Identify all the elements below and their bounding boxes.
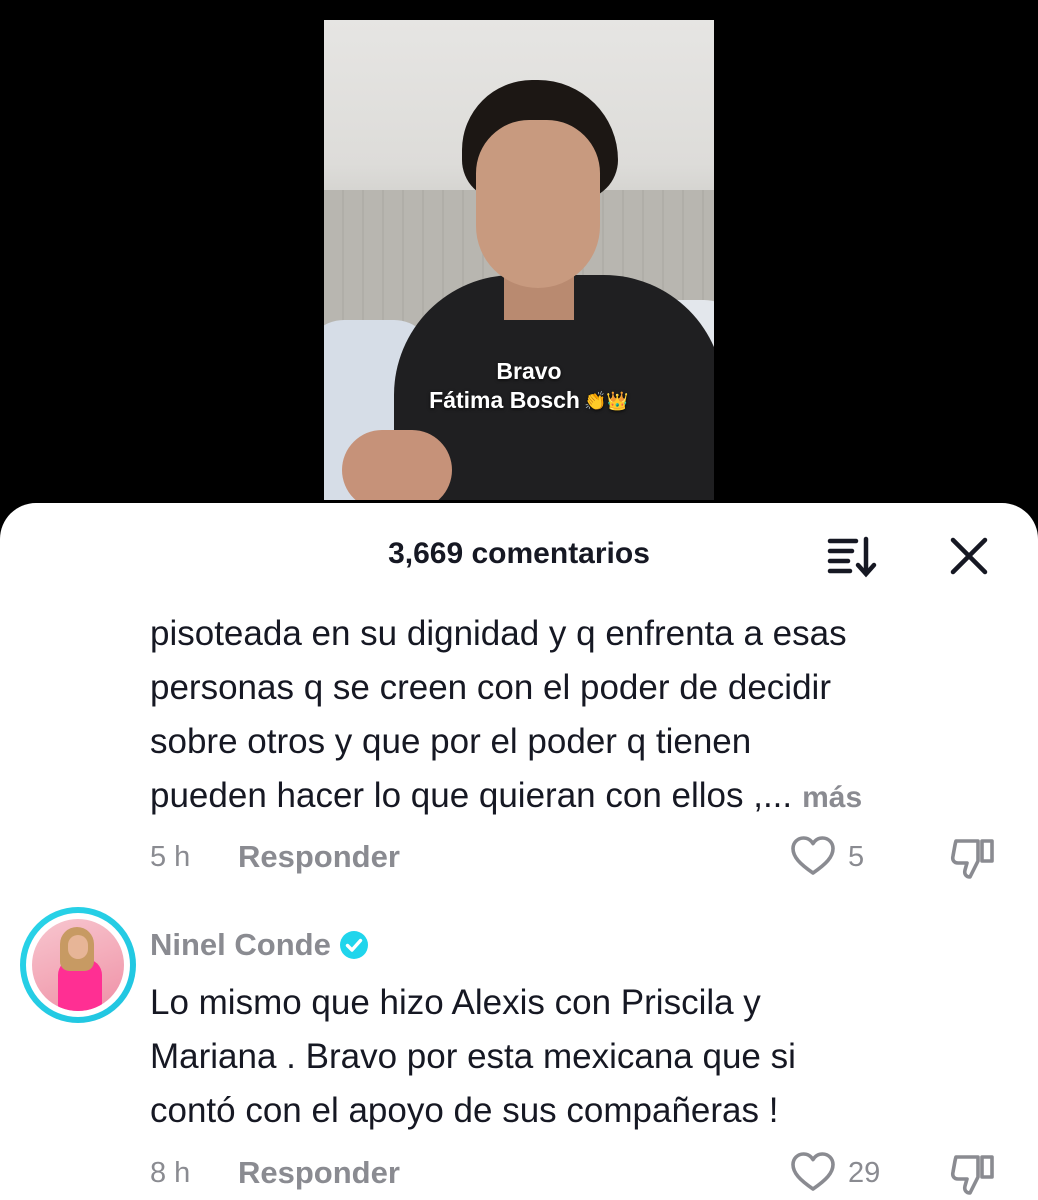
comment-text: pisoteada en su dignidad y q enfrenta a … [150, 607, 1000, 825]
comment-line: Mariana . Bravo por esta mexicana que si [150, 1037, 796, 1076]
comment-text: Lo mismo que hizo Alexis con Priscila y … [150, 976, 1000, 1138]
comment-author-row: Ninel Conde [150, 923, 369, 967]
dislike-button[interactable] [948, 835, 998, 881]
comment-line: contó con el apoyo de sus compañeras ! [150, 1091, 779, 1130]
comment-line-text: pueden hacer lo que quieran con ellos ,.… [150, 776, 793, 815]
heart-icon [791, 1152, 835, 1191]
reply-button[interactable]: Responder [238, 1155, 400, 1191]
comment-line: personas q se creen con el poder de deci… [150, 668, 831, 707]
comment-count: 3,669 comentarios [388, 537, 650, 570]
comment-meta: 5 h Responder 5 [150, 835, 1010, 879]
video-caption: Bravo Fátima Bosch 👏👑 [404, 357, 654, 416]
verified-badge-icon [339, 931, 368, 959]
video-person-face [476, 120, 600, 288]
comment-line: Lo mismo que hizo Alexis con Priscila y [150, 983, 761, 1022]
like-count: 29 [848, 1157, 881, 1189]
thumbs-down-icon [950, 1155, 994, 1195]
sort-icon [827, 536, 877, 578]
comment-username[interactable]: Ninel Conde [150, 927, 331, 963]
dislike-button[interactable] [948, 1151, 998, 1197]
comment-line: pisoteada en su dignidad y q enfrenta a … [150, 614, 847, 653]
comment-time: 5 h [150, 841, 191, 873]
comment-line: pueden hacer lo que quieran con ellos ,.… [150, 769, 1000, 825]
video-caption-line1: Bravo [496, 358, 562, 384]
comments-header: 3,669 comentarios [0, 503, 1038, 603]
video-caption-line2: Fátima Bosch 👏👑 [404, 386, 654, 416]
avatar-figure-face [68, 935, 88, 959]
heart-icon [791, 836, 835, 875]
avatar-photo [32, 919, 124, 1011]
comments-sheet: 3,669 comentarios pisoteada en su dignid… [0, 503, 1038, 1200]
video-thumbnail[interactable]: Bravo Fátima Bosch 👏👑 [324, 20, 714, 500]
more-link[interactable]: más [802, 781, 862, 814]
close-button[interactable] [946, 533, 992, 579]
video-person-hand [342, 430, 452, 500]
like-button[interactable]: 29 [790, 1151, 890, 1195]
thumbs-down-icon [950, 839, 994, 879]
comment-meta: 8 h Responder 29 [150, 1151, 1010, 1195]
video-area[interactable]: Bravo Fátima Bosch 👏👑 [0, 0, 1038, 560]
close-icon [950, 537, 988, 575]
video-caption-name: Fátima Bosch [429, 387, 580, 413]
reply-button[interactable]: Responder [238, 839, 400, 875]
avatar[interactable] [20, 907, 136, 1023]
avatar-inner [26, 913, 130, 1017]
comment-time: 8 h [150, 1157, 191, 1189]
caption-emoji: 👏👑 [584, 391, 629, 411]
comment-line: sobre otros y que por el poder q tienen [150, 722, 752, 761]
sort-button[interactable] [826, 533, 878, 579]
like-button[interactable]: 5 [790, 835, 890, 879]
like-count: 5 [848, 841, 865, 873]
